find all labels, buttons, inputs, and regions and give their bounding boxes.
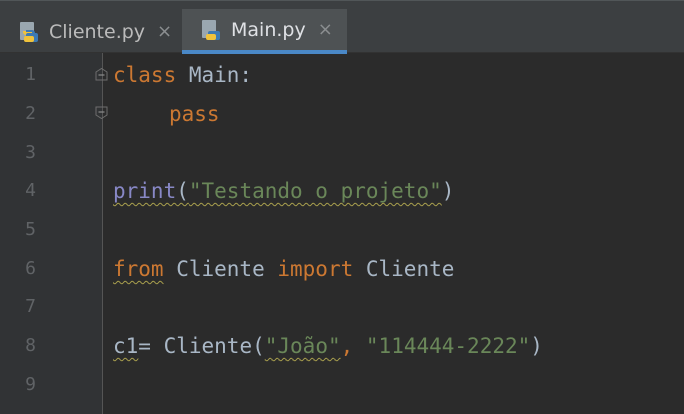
code-text: ) bbox=[530, 334, 543, 358]
code-text: , bbox=[340, 334, 366, 358]
code-text: ) bbox=[441, 179, 455, 203]
code-line-8[interactable]: c1= Cliente("João", "114444-2222") bbox=[113, 327, 543, 365]
tab-bar: Cliente.py × Main.py × bbox=[0, 0, 684, 54]
code-text: ( bbox=[176, 179, 189, 203]
code-line-2[interactable]: pass bbox=[169, 95, 220, 133]
fold-collapse-icon[interactable] bbox=[95, 68, 108, 81]
variable: c1 bbox=[113, 334, 139, 358]
line-number: 5 bbox=[25, 219, 36, 240]
python-file-icon bbox=[202, 19, 220, 40]
close-icon[interactable]: × bbox=[318, 20, 333, 39]
line-number: 6 bbox=[25, 258, 36, 279]
keyword: pass bbox=[169, 102, 220, 126]
string-literal: "114444-2222" bbox=[365, 334, 531, 358]
tab-label: Main.py bbox=[231, 18, 306, 41]
line-number: 2 bbox=[25, 103, 36, 124]
string-literal: "Testando o projeto" bbox=[188, 179, 442, 203]
code-text: Main: bbox=[176, 63, 253, 87]
line-number: 7 bbox=[25, 296, 36, 317]
tab-label: Cliente.py bbox=[49, 20, 146, 43]
line-number: 9 bbox=[25, 374, 36, 395]
line-number: 4 bbox=[25, 180, 36, 201]
code-text: Cliente bbox=[353, 257, 455, 281]
code-text: Cliente bbox=[163, 257, 278, 281]
python-file-icon bbox=[20, 21, 38, 42]
code-text: Cliente( bbox=[150, 334, 265, 358]
keyword: import bbox=[277, 257, 354, 281]
string-literal: "João" bbox=[264, 334, 341, 358]
tab-cliente-py[interactable]: Cliente.py × bbox=[0, 9, 182, 54]
tab-main-py[interactable]: Main.py × bbox=[182, 9, 347, 54]
keyword: class bbox=[113, 63, 177, 87]
code-text: = bbox=[138, 334, 151, 358]
keyword: from bbox=[113, 257, 164, 281]
close-icon[interactable]: × bbox=[157, 22, 172, 41]
editor-window: Cliente.py × Main.py × 1 2 3 4 5 6 7 8 9… bbox=[0, 0, 684, 414]
line-number: 1 bbox=[25, 64, 36, 85]
line-number: 3 bbox=[25, 142, 36, 163]
builtin-function: print bbox=[113, 179, 177, 203]
fold-end-icon[interactable] bbox=[95, 106, 108, 119]
code-line-4[interactable]: print("Testando o projeto") bbox=[113, 172, 454, 210]
code-line-6[interactable]: from Cliente import Cliente bbox=[113, 250, 454, 288]
line-number: 8 bbox=[25, 335, 36, 356]
code-line-1[interactable]: class Main: bbox=[113, 56, 252, 94]
